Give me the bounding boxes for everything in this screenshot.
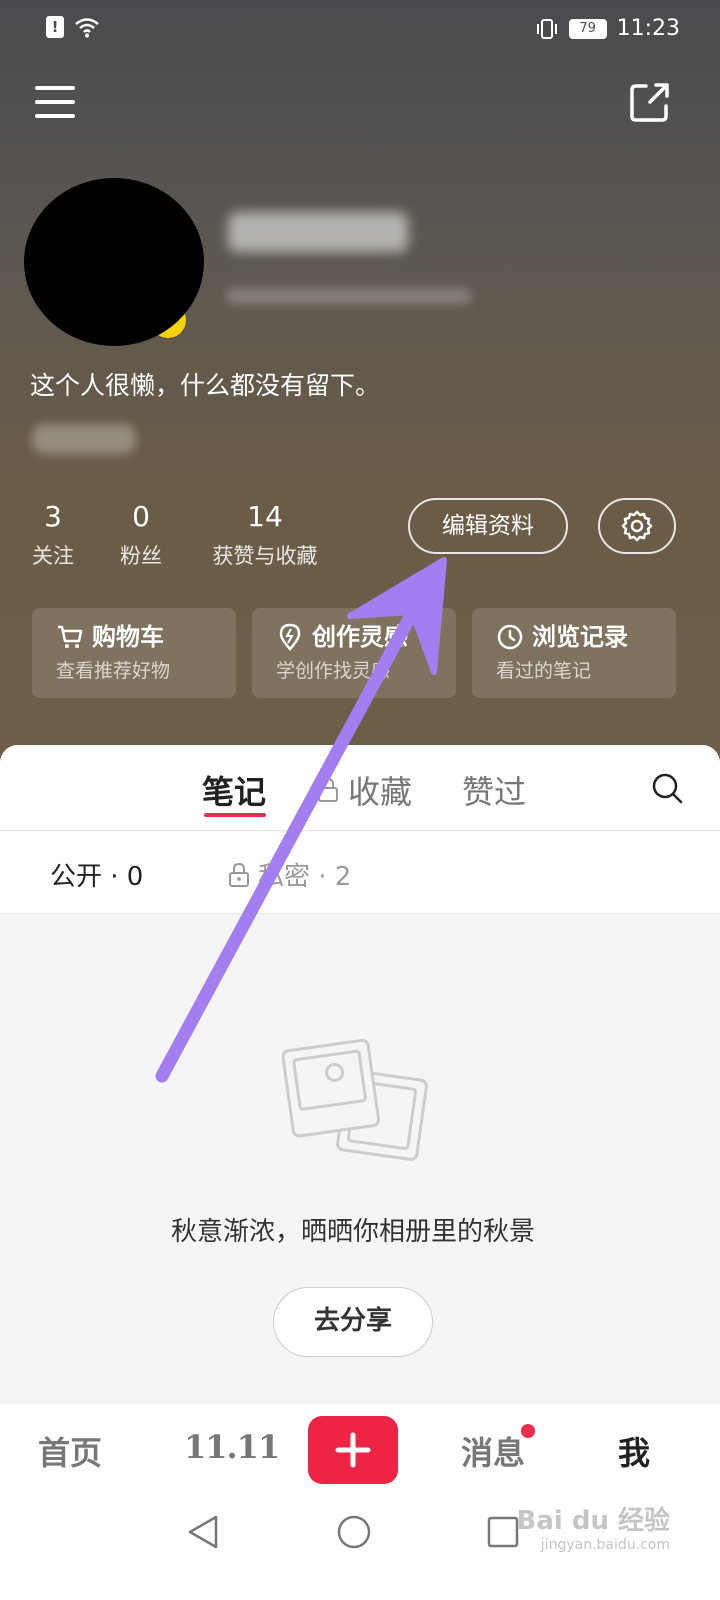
menu-icon[interactable] xyxy=(34,80,78,124)
avatar[interactable] xyxy=(24,178,204,346)
nav-home[interactable]: 首页 xyxy=(38,1428,102,1474)
status-bar: ! 79 11:23 xyxy=(0,0,720,60)
stat-following[interactable]: 3 关注 xyxy=(30,500,76,570)
nav-messages[interactable]: 消息 xyxy=(461,1428,525,1474)
alert-icon: ! xyxy=(46,16,64,38)
battery-indicator: 79 xyxy=(568,18,607,39)
card-title: 创作灵感 xyxy=(312,623,408,651)
create-post-button[interactable] xyxy=(308,1416,398,1484)
card-shopping-cart[interactable]: 购物车 查看推荐好物 xyxy=(32,608,236,698)
notification-dot xyxy=(521,1424,535,1438)
stat-label: 关注 xyxy=(32,544,74,568)
visibility-filter: 公开 · 0 私密 · 2 xyxy=(0,832,720,914)
stat-value: 0 xyxy=(132,500,150,533)
status-right: 79 11:23 xyxy=(535,16,680,41)
tab-label: 收藏 xyxy=(348,773,413,811)
card-history[interactable]: 浏览记录 看过的笔记 xyxy=(472,608,676,698)
vibrate-icon xyxy=(536,18,557,39)
share-button[interactable]: 去分享 xyxy=(273,1287,433,1357)
photos-placeholder-icon xyxy=(282,1038,428,1161)
filter-private[interactable]: 私密 · 2 xyxy=(228,856,351,893)
watermark-main: Bai du 经验 xyxy=(516,1506,671,1536)
content-tabs: 笔记 收藏 赞过 xyxy=(0,745,720,831)
stat-value: 3 xyxy=(44,500,62,533)
recents-icon[interactable] xyxy=(486,1514,520,1550)
nav-promo[interactable]: 11.11 xyxy=(184,1428,280,1466)
status-left: ! xyxy=(46,16,100,38)
content-sheet: 笔记 收藏 赞过 公开 · 0 私密 · 2 秋意渐浓，晒晒你相册里的秋景 去分… xyxy=(0,745,720,1405)
active-tab-indicator xyxy=(204,813,266,817)
nav-me[interactable]: 我 xyxy=(618,1428,650,1474)
back-icon[interactable] xyxy=(186,1514,220,1550)
tab-favorites[interactable]: 收藏 xyxy=(316,767,412,813)
settings-button[interactable] xyxy=(598,498,676,554)
stat-value: 14 xyxy=(247,500,283,533)
stat-label: 获赞与收藏 xyxy=(212,544,318,568)
edit-profile-button[interactable]: 编辑资料 xyxy=(408,498,568,554)
stat-followers[interactable]: 0 粉丝 xyxy=(118,500,164,570)
clock-icon xyxy=(497,624,523,650)
card-title: 浏览记录 xyxy=(532,623,628,651)
home-icon[interactable] xyxy=(336,1514,372,1550)
share-icon[interactable] xyxy=(628,80,672,124)
card-subtitle: 学创作找灵感 xyxy=(276,660,391,682)
plus-icon xyxy=(335,1432,371,1468)
lock-icon xyxy=(318,777,338,802)
empty-state-message: 秋意渐浓，晒晒你相册里的秋景 xyxy=(170,1217,535,1247)
clock: 11:23 xyxy=(616,16,680,41)
watermark: Bai du 经验 jingyan.baidu.com xyxy=(517,1500,671,1553)
tab-liked[interactable]: 赞过 xyxy=(462,767,526,813)
wifi-icon xyxy=(75,18,99,38)
system-nav-bar: Bai du 经验 jingyan.baidu.com xyxy=(0,1494,720,1600)
bottom-nav: 首页 11.11 消息 我 xyxy=(0,1404,720,1494)
bulb-icon xyxy=(279,623,301,651)
search-icon[interactable] xyxy=(650,771,684,805)
user-id-blurred xyxy=(226,288,472,304)
tab-notes[interactable]: 笔记 xyxy=(202,767,266,813)
card-subtitle: 查看推荐好物 xyxy=(56,660,171,682)
filter-public[interactable]: 公开 · 0 xyxy=(50,856,143,893)
filter-private-label: 私密 · 2 xyxy=(258,862,352,892)
username-blurred xyxy=(228,212,408,252)
profile-bio[interactable]: 这个人很懒，什么都没有留下。 xyxy=(30,366,380,402)
lock-icon xyxy=(229,862,249,887)
profile-tag-blurred xyxy=(32,424,136,454)
card-inspiration[interactable]: 创作灵感 学创作找灵感 xyxy=(252,608,456,698)
watermark-sub: jingyan.baidu.com xyxy=(540,1537,670,1553)
stat-likes[interactable]: 14 获赞与收藏 xyxy=(206,500,324,570)
card-subtitle: 看过的笔记 xyxy=(496,660,592,682)
gear-icon xyxy=(621,510,653,542)
stat-label: 粉丝 xyxy=(120,544,162,568)
cart-icon xyxy=(58,625,83,648)
card-title: 购物车 xyxy=(92,623,164,651)
